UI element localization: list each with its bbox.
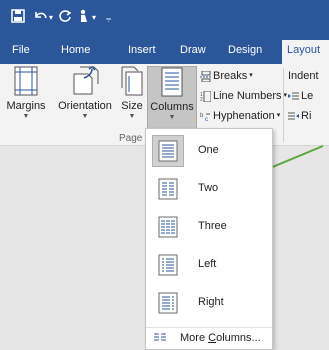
chevron-down-icon: ▾ [276,112,281,119]
three-columns-icon [152,211,184,243]
size-icon [121,66,143,96]
margins-button[interactable]: Margins ▼ [0,66,52,130]
tab-design[interactable]: Design [228,43,262,58]
tab-home[interactable]: Home [61,43,90,58]
hyphenation-icon: bc [200,113,210,122]
touch-mode-icon[interactable] [78,9,90,27]
line-numbers-button[interactable]: 12 Line Numbers ▾ [200,89,287,103]
columns-option-label: Right [198,296,224,308]
columns-option-label: One [198,144,219,156]
svg-text:c: c [205,117,208,122]
indent-right-field[interactable]: Ri [288,109,311,123]
redo-icon[interactable] [58,9,72,27]
undo-icon[interactable] [33,9,49,27]
indent-left-icon [288,92,299,99]
indent-right-label: Ri [301,110,312,122]
ribbon-tabs: File Home Insert Draw Design Layout [0,37,329,64]
columns-option-label: Three [198,220,227,232]
more-columns-icon [154,333,166,341]
columns-label: Columns [150,101,194,113]
columns-option-label: Left [198,258,217,270]
more-columns-label: More Columns... [180,332,261,344]
two-columns-icon [152,173,184,205]
margins-icon [14,66,38,96]
tab-file[interactable]: File [12,43,30,58]
group-divider [283,68,284,142]
chevron-down-icon: ▼ [168,114,176,121]
indent-right-icon [288,112,299,119]
columns-option-label: Two [198,182,219,194]
columns-dropdown-menu: One Two Three Left Right More Columns... [145,128,273,350]
columns-option-three[interactable]: Three [146,208,272,246]
chevron-down-icon: ▼ [22,113,30,120]
customize-icon[interactable]: ⩦ [106,9,111,27]
breaks-label: Breaks [213,70,248,82]
size-button[interactable]: Size ▼ [118,66,146,130]
breaks-button[interactable]: Breaks ▾ [200,69,253,83]
undo-dropdown-icon[interactable]: ▾ [49,9,53,27]
line-numbers-label: Line Numbers [213,90,282,102]
indent-left-label: Le [301,90,314,102]
orientation-icon [73,66,99,95]
chevron-down-icon: ▾ [283,92,287,99]
left-column-icon [152,249,184,281]
columns-option-two[interactable]: Two [146,170,272,208]
indent-label: Indent [288,70,319,82]
indent-left-field[interactable]: Le [288,89,313,103]
hyphenation-label: Hyphenation [213,110,275,122]
tab-insert[interactable]: Insert [128,43,156,58]
orientation-button[interactable]: Orientation ▼ [54,66,116,130]
svg-text:2: 2 [200,97,203,102]
columns-option-one[interactable]: One [146,132,272,170]
one-column-icon [152,135,184,167]
margins-label: Margins [6,100,46,112]
orientation-label: Orientation [58,100,112,112]
size-label: Size [121,100,143,112]
right-column-icon [152,287,184,319]
touch-dropdown-icon[interactable]: ▾ [92,9,96,27]
chevron-down-icon: ▼ [128,113,136,120]
tab-draw[interactable]: Draw [180,43,206,58]
save-icon[interactable] [11,9,25,27]
line-numbers-icon: 12 [200,90,211,102]
columns-icon [161,67,183,97]
tab-layout[interactable]: Layout [282,40,329,64]
hyphenation-button[interactable]: bc Hyphenation ▾ [200,109,280,123]
breaks-icon [200,70,211,82]
more-columns-item[interactable]: More Columns... [146,327,272,349]
columns-button[interactable]: Columns ▼ [147,66,197,130]
chevron-down-icon: ▼ [81,113,89,120]
svg-text:b: b [200,113,204,119]
chevron-down-icon: ▾ [249,72,253,79]
columns-option-right[interactable]: Right [146,284,272,322]
title-bar: ▾ ▾ ⩦ [0,0,329,37]
columns-option-left[interactable]: Left [146,246,272,284]
